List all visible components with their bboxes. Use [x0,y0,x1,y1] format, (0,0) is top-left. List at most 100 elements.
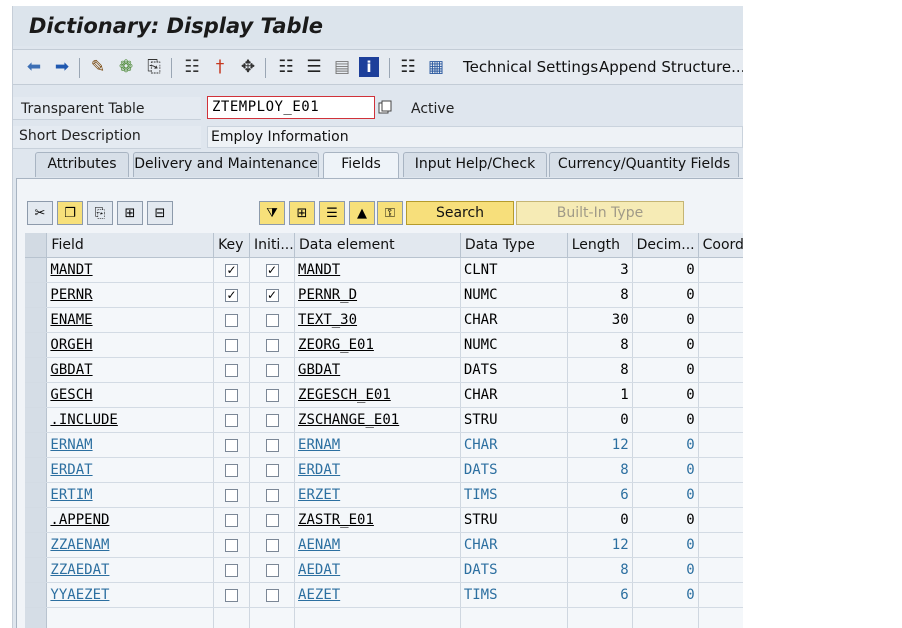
table-row[interactable]: ERNAM ERNAM CHAR 12 0 [25,432,743,458]
forward-arrow-icon[interactable]: ➡ [51,56,73,78]
row-selector[interactable] [25,507,48,533]
col-header-field[interactable]: Field [46,233,215,258]
data-element[interactable]: ERZET [294,482,461,508]
col-header-data-element[interactable]: Data element [294,233,461,258]
col-header-initial[interactable]: Initi... [249,233,296,258]
key-checkbox[interactable] [225,488,239,502]
table-row[interactable]: ZZAEDAT AEDAT DATS 8 0 [25,557,743,583]
row-selector[interactable] [25,582,48,608]
field-name[interactable]: ERDAT [46,457,215,483]
initial-values-checkbox[interactable] [265,588,279,602]
data-element[interactable]: MANDT [294,257,461,283]
hierarchy-icon[interactable]: ☷ [275,56,297,78]
technical-settings-button[interactable]: Technical Settings [463,58,598,76]
input-help-icon[interactable]: ⚿ [377,201,403,225]
key-checkbox[interactable] [225,363,239,377]
initial-values-checkbox[interactable] [265,313,279,327]
initial-values-checkbox[interactable] [265,463,279,477]
table-row[interactable]: ERDAT ERDAT DATS 8 0 [25,457,743,483]
key-checkbox[interactable] [225,438,239,452]
field-name[interactable]: PERNR [46,282,215,308]
navigate-icon[interactable]: ✥ [237,56,259,78]
field-name[interactable]: ORGEH [46,332,215,358]
data-element[interactable]: AEDAT [294,557,461,583]
field-name[interactable]: GBDAT [46,357,215,383]
copy-row-icon[interactable]: ❐ [57,201,83,225]
back-arrow-icon[interactable]: ⬅ [23,56,45,78]
tab-attributes[interactable]: Attributes [35,152,129,177]
cut-icon[interactable]: ✂ [27,201,53,225]
col-header-data-type[interactable]: Data Type [460,233,568,258]
table-row[interactable]: .APPEND ZASTR_E01 STRU 0 0 [25,507,743,533]
copy-icon[interactable] [378,100,392,114]
row-selector[interactable] [25,557,48,583]
key-checkbox[interactable] [225,538,239,552]
tab-input-help-check[interactable]: Input Help/Check [403,152,547,177]
col-header-length[interactable]: Length [567,233,633,258]
short-description-field[interactable]: Employ Information [207,126,743,148]
data-element[interactable]: ZASTR_E01 [294,507,461,533]
object-list-icon[interactable]: † [209,56,231,78]
row-selector[interactable] [25,307,48,333]
initial-values-checkbox[interactable]: ✓ [265,288,279,302]
field-name[interactable]: MANDT [46,257,215,283]
initial-values-checkbox[interactable] [265,388,279,402]
key-checkbox[interactable] [225,513,239,527]
table-row[interactable]: ERTIM ERZET TIMS 6 0 [25,482,743,508]
key-checkbox[interactable] [225,338,239,352]
delete-row-icon[interactable]: ⊟ [147,201,173,225]
paste-row-icon[interactable]: ⎘ [87,201,113,225]
built-in-type-button[interactable]: Built-In Type [516,201,684,225]
initial-values-checkbox[interactable] [265,563,279,577]
table-row[interactable]: MANDT ✓ ✓ MANDT CLNT 3 0 [25,257,743,283]
table-row[interactable]: PERNR ✓ ✓ PERNR_D NUMC 8 0 [25,282,743,308]
activate-icon[interactable]: ⎘ [143,56,165,78]
table-row[interactable]: ZZAENAM AENAM CHAR 12 0 [25,532,743,558]
details-icon[interactable]: ⊞ [289,201,315,225]
tab-currency-quantity-fields[interactable]: Currency/Quantity Fields [549,152,739,177]
data-element[interactable]: ERNAM [294,432,461,458]
table-name-field[interactable]: ZTEMPLOY_E01 [207,96,375,119]
row-selector[interactable] [25,457,48,483]
row-selector[interactable] [25,532,48,558]
display-change-icon[interactable]: ✎ [87,56,109,78]
columns-icon[interactable]: ☷ [397,56,419,78]
table-row[interactable]: .INCLUDE ZSCHANGE_E01 STRU 0 0 [25,407,743,433]
key-checkbox[interactable] [225,588,239,602]
initial-values-checkbox[interactable] [265,488,279,502]
initial-values-checkbox[interactable]: ✓ [265,263,279,277]
data-element[interactable]: PERNR_D [294,282,461,308]
info-icon[interactable]: i [359,57,379,77]
empty-table-row[interactable] [25,607,743,628]
key-checkbox[interactable] [225,463,239,477]
where-used-icon[interactable]: ☷ [181,56,203,78]
row-selector[interactable] [25,607,48,628]
row-selector[interactable] [25,382,48,408]
row-selector[interactable] [25,332,48,358]
initial-values-checkbox[interactable] [265,338,279,352]
other-object-icon[interactable]: ☰ [303,56,325,78]
display-object-list-icon[interactable]: ▤ [331,56,353,78]
search-button[interactable]: Search [406,201,514,225]
tab-delivery-and-maintenance[interactable]: Delivery and Maintenance [133,152,319,177]
col-header-coordinate[interactable]: Coord [698,233,743,258]
key-checkbox[interactable]: ✓ [225,263,239,277]
tab-fields[interactable]: Fields [323,152,399,179]
field-name[interactable]: ENAME [46,307,215,333]
field-name[interactable]: .INCLUDE [46,407,215,433]
initial-values-checkbox[interactable] [265,538,279,552]
list-icon[interactable]: ☰ [319,201,345,225]
field-name[interactable]: ERNAM [46,432,215,458]
layout-icon[interactable]: ▦ [425,56,447,78]
data-element[interactable]: AEZET [294,582,461,608]
row-selector[interactable] [25,357,48,383]
data-element[interactable]: AENAM [294,532,461,558]
field-name[interactable]: YYAEZET [46,582,215,608]
check-icon[interactable]: ❁ [115,56,137,78]
key-checkbox[interactable] [225,563,239,577]
initial-values-checkbox[interactable] [265,413,279,427]
row-selector[interactable] [25,482,48,508]
initial-values-checkbox[interactable] [265,513,279,527]
row-selector[interactable] [25,282,48,308]
row-selector[interactable] [25,407,48,433]
